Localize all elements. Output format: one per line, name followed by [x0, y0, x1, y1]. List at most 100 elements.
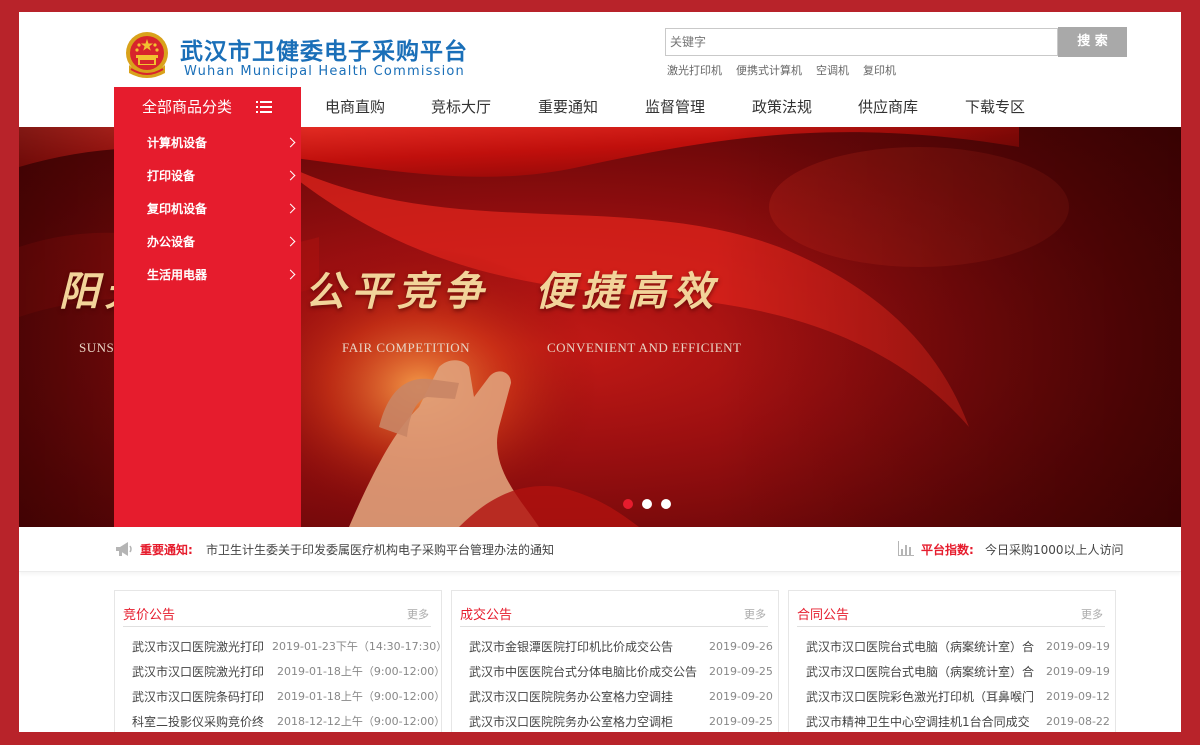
notice-bar: 重要通知: 市卫生计生委关于印发委属医疗机构电子采购平台管理办法的通知 平台指数… [19, 527, 1181, 572]
list-item-title[interactable]: 武汉市金银潭医院打印机比价成交公告 [469, 636, 705, 658]
list-item-date: 2019-01-18上午（9:00-12:00） [277, 690, 442, 703]
category-label: 办公设备 [147, 235, 196, 249]
nav-item-supervision[interactable]: 监督管理 [645, 87, 705, 127]
carousel-dot-3[interactable] [661, 499, 671, 509]
list-item-title[interactable]: 武汉市汉口医院激光打印 [132, 636, 272, 658]
panel-transactions: 成交公告 更多 武汉市金银潭医院打印机比价成交公告 2019-09-26 武汉市中… [451, 590, 779, 732]
list-item-title[interactable]: 武汉市汉口医院院务办公室格力空调挂 [469, 686, 705, 708]
list-item-title[interactable]: 武汉市中医医院台式分体电脑比价成交公告 [469, 661, 705, 683]
banner-slogan-2-en: FAIR COMPETITION [342, 340, 471, 355]
hot-word-link[interactable]: 复印机 [863, 64, 896, 77]
category-label: 复印机设备 [147, 202, 208, 216]
category-office[interactable]: 办公设备 [114, 226, 301, 259]
list-item[interactable]: 武汉市汉口医院台式电脑（病案统计室）合 2019-09-19 [806, 661, 1110, 683]
list-item-title[interactable]: 武汉市汉口医院台式电脑（病案统计室）合 [806, 661, 1042, 683]
more-link[interactable]: 更多 [407, 606, 429, 622]
category-menu: 计算机设备 打印设备 复印机设备 办公设备 生活用电器 [114, 127, 301, 527]
chevron-right-icon [285, 236, 296, 247]
list-item-date: 2019-01-18上午（9:00-12:00） [277, 665, 442, 678]
list-item-date: 2018-12-12上午（9:00-12:00） [277, 715, 442, 728]
site-header: 武汉市卫健委电子采购平台 Wuhan Municipal Health Comm… [19, 12, 1181, 87]
main-nav: 全部商品分类 电商直购 竞标大厅 重要通知 监督管理 政策法规 供应商库 下载专… [19, 87, 1181, 127]
index-label: 平台指数: [921, 543, 974, 557]
hot-word-link[interactable]: 便携式计算机 [736, 64, 802, 77]
carousel-dots [623, 494, 680, 513]
national-emblem-icon[interactable] [121, 29, 173, 81]
panel-title: 合同公告 [797, 608, 850, 623]
category-label: 打印设备 [147, 169, 196, 183]
megaphone-icon [116, 542, 132, 556]
category-label: 生活用电器 [147, 268, 208, 282]
list-item[interactable]: 武汉市汉口医院条码打印 2019-01-18上午（9:00-12:00） [132, 686, 441, 708]
panel-bidding: 竞价公告 更多 武汉市汉口医院激光打印 2019-01-23下午（14:30-17… [114, 590, 442, 732]
list-item[interactable]: 武汉市汉口医院激光打印 2019-01-18上午（9:00-12:00） [132, 661, 441, 683]
list-item[interactable]: 武汉市汉口医院激光打印 2019-01-23下午（14:30-17:30） [132, 636, 441, 658]
nav-item-policies[interactable]: 政策法规 [752, 87, 812, 127]
list-item-title[interactable]: 武汉市汉口医院台式电脑（病案统计室）合 [806, 636, 1042, 658]
nav-item-bidding-hall[interactable]: 竞标大厅 [431, 87, 491, 127]
nav-item-suppliers[interactable]: 供应商库 [858, 87, 918, 127]
list-item-title[interactable]: 武汉市汉口医院条码打印 [132, 686, 272, 708]
menu-list-icon [256, 101, 272, 113]
chevron-right-icon [285, 170, 296, 181]
list-item[interactable]: 科室二投影仪采购竞价终 2018-12-12上午（9:00-12:00） [132, 711, 441, 732]
list-item-date: 2019-09-26 [709, 640, 773, 653]
list-item-date: 2019-09-20 [709, 690, 773, 703]
list-item[interactable]: 武汉市汉口医院彩色激光打印机（耳鼻喉门 2019-09-12 [806, 686, 1110, 708]
page-frame: 武汉市卫健委电子采购平台 Wuhan Municipal Health Comm… [19, 12, 1181, 732]
list-item[interactable]: 武汉市汉口医院院务办公室格力空调挂 2019-09-20 [469, 686, 773, 708]
banner-slogan-2: 公平竞争 [305, 268, 489, 315]
panel-title: 竞价公告 [123, 608, 176, 623]
site-title[interactable]: 武汉市卫健委电子采购平台 [180, 32, 468, 66]
list-item-title[interactable]: 科室二投影仪采购竞价终 [132, 711, 272, 732]
list-item-title[interactable]: 武汉市汉口医院彩色激光打印机（耳鼻喉门 [806, 686, 1042, 708]
search-button[interactable]: 搜 索 [1058, 27, 1127, 57]
bar-chart-icon [898, 541, 914, 556]
category-appliances[interactable]: 生活用电器 [114, 259, 301, 292]
list-item-date: 2019-01-23下午（14:30-17:30） [272, 640, 442, 653]
nav-item-notices[interactable]: 重要通知 [538, 87, 598, 127]
all-categories-label: 全部商品分类 [142, 98, 233, 116]
category-computer[interactable]: 计算机设备 [114, 127, 301, 160]
list-item-date: 2019-09-19 [1046, 640, 1110, 653]
index-text: 今日采购1000以上人访问 [985, 543, 1124, 557]
chevron-right-icon [285, 203, 296, 214]
list-item[interactable]: 武汉市中医医院台式分体电脑比价成交公告 2019-09-25 [469, 661, 773, 683]
list-item[interactable]: 武汉市汉口医院台式电脑（病案统计室）合 2019-09-19 [806, 636, 1110, 658]
list-item-date: 2019-09-19 [1046, 665, 1110, 678]
list-item-date: 2019-09-25 [709, 715, 773, 728]
list-item-date: 2019-09-12 [1046, 690, 1110, 703]
carousel-dot-2[interactable] [642, 499, 652, 509]
hot-word-link[interactable]: 激光打印机 [667, 64, 722, 77]
list-item-title[interactable]: 武汉市汉口医院院务办公室格力空调柜 [469, 711, 705, 732]
list-item[interactable]: 武汉市金银潭医院打印机比价成交公告 2019-09-26 [469, 636, 773, 658]
list-item-title[interactable]: 武汉市精神卫生中心空调挂机1台合同成交 [806, 711, 1042, 732]
category-printer[interactable]: 打印设备 [114, 160, 301, 193]
banner-slogan-3: 便捷高效 [535, 268, 719, 315]
all-categories-button[interactable]: 全部商品分类 [114, 87, 301, 127]
carousel-dot-1[interactable] [623, 499, 633, 509]
panel-contracts: 合同公告 更多 武汉市汉口医院台式电脑（病案统计室）合 2019-09-19 武汉… [788, 590, 1116, 732]
list-item[interactable]: 武汉市汉口医院院务办公室格力空调柜 2019-09-25 [469, 711, 773, 732]
banner-slogan-3-en: CONVENIENT AND EFFICIENT [547, 340, 742, 355]
more-link[interactable]: 更多 [744, 606, 766, 622]
list-item-title[interactable]: 武汉市汉口医院激光打印 [132, 661, 272, 683]
list-item-date: 2019-08-22 [1046, 715, 1110, 728]
notice-label: 重要通知: [140, 543, 193, 557]
hot-word-link[interactable]: 空调机 [816, 64, 849, 77]
notice-link[interactable]: 市卫生计生委关于印发委属医疗机构电子采购平台管理办法的通知 [206, 541, 554, 558]
category-copier[interactable]: 复印机设备 [114, 193, 301, 226]
nav-item-ecommerce[interactable]: 电商直购 [325, 87, 385, 127]
divider [460, 626, 768, 627]
nav-item-downloads[interactable]: 下载专区 [965, 87, 1025, 127]
list-item[interactable]: 武汉市精神卫生中心空调挂机1台合同成交 2019-08-22 [806, 711, 1110, 732]
search-input[interactable] [665, 28, 1058, 56]
category-label: 计算机设备 [147, 136, 208, 150]
list-item-date: 2019-09-25 [709, 665, 773, 678]
chevron-right-icon [285, 137, 296, 148]
divider [797, 626, 1105, 627]
chevron-right-icon [285, 269, 296, 280]
more-link[interactable]: 更多 [1081, 606, 1103, 622]
panel-title: 成交公告 [460, 608, 513, 623]
divider [123, 626, 431, 627]
